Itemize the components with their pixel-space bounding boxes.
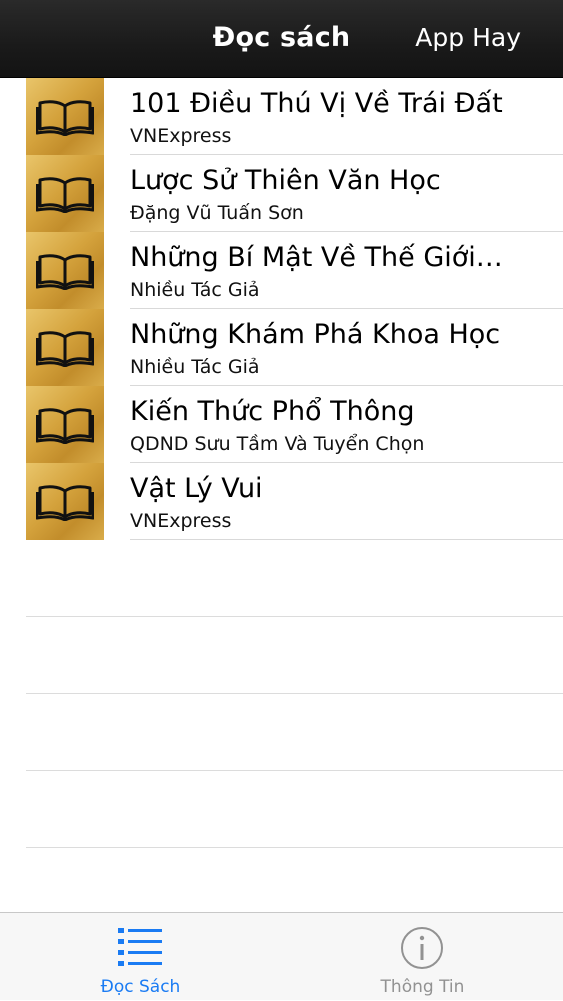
book-title: Những Khám Phá Khoa Học (130, 319, 501, 350)
book-list: 101 Điều Thú Vị Về Trái Đất VNExpress Lư… (0, 78, 563, 848)
info-icon (401, 927, 443, 969)
book-row[interactable]: Kiến Thức Phổ Thông QDND Sưu Tầm Và Tuyể… (0, 386, 563, 463)
book-title: Lược Sử Thiên Văn Học (130, 165, 441, 196)
app-hay-button[interactable]: App Hay (415, 23, 521, 52)
row-separator (26, 847, 563, 848)
book-author: VNExpress (130, 510, 232, 532)
book-open-icon (36, 485, 94, 521)
list-icon (118, 928, 162, 966)
empty-row (0, 771, 563, 848)
tab-bar: Đọc Sách Thông Tin (0, 912, 563, 1000)
navigation-bar: Đọc sách App Hay (0, 0, 563, 78)
tab-label: Thông Tin (380, 977, 465, 997)
book-title: 101 Điều Thú Vị Về Trái Đất (130, 88, 503, 119)
empty-row (0, 694, 563, 771)
book-row[interactable]: Những Khám Phá Khoa Học Nhiều Tác Giả (0, 309, 563, 386)
book-thumbnail (26, 155, 104, 232)
book-title: Những Bí Mật Về Thế Giới… (130, 242, 503, 273)
tab-label: Đọc Sách (100, 977, 181, 997)
book-author: Nhiều Tác Giả (130, 356, 260, 378)
tab-doc-sach[interactable]: Đọc Sách (0, 913, 281, 1001)
book-open-icon (36, 254, 94, 290)
book-thumbnail (26, 78, 104, 155)
book-row[interactable]: 101 Điều Thú Vị Về Trái Đất VNExpress (0, 78, 563, 155)
book-title: Kiến Thức Phổ Thông (130, 396, 415, 427)
book-open-icon (36, 177, 94, 213)
book-thumbnail (26, 386, 104, 463)
empty-row (0, 540, 563, 617)
book-row[interactable]: Những Bí Mật Về Thế Giới… Nhiều Tác Giả (0, 232, 563, 309)
book-thumbnail (26, 232, 104, 309)
book-author: Nhiều Tác Giả (130, 279, 260, 301)
book-author: VNExpress (130, 125, 232, 147)
book-author: QDND Sưu Tầm Và Tuyển Chọn (130, 433, 425, 455)
book-open-icon (36, 408, 94, 444)
book-open-icon (36, 100, 94, 136)
book-open-icon (36, 331, 94, 367)
empty-row (0, 617, 563, 694)
book-thumbnail (26, 463, 104, 540)
book-title: Vật Lý Vui (130, 473, 263, 504)
book-row[interactable]: Vật Lý Vui VNExpress (0, 463, 563, 540)
book-thumbnail (26, 309, 104, 386)
book-row[interactable]: Lược Sử Thiên Văn Học Đặng Vũ Tuấn Sơn (0, 155, 563, 232)
tab-thong-tin[interactable]: Thông Tin (282, 913, 563, 1001)
book-author: Đặng Vũ Tuấn Sơn (130, 202, 304, 224)
